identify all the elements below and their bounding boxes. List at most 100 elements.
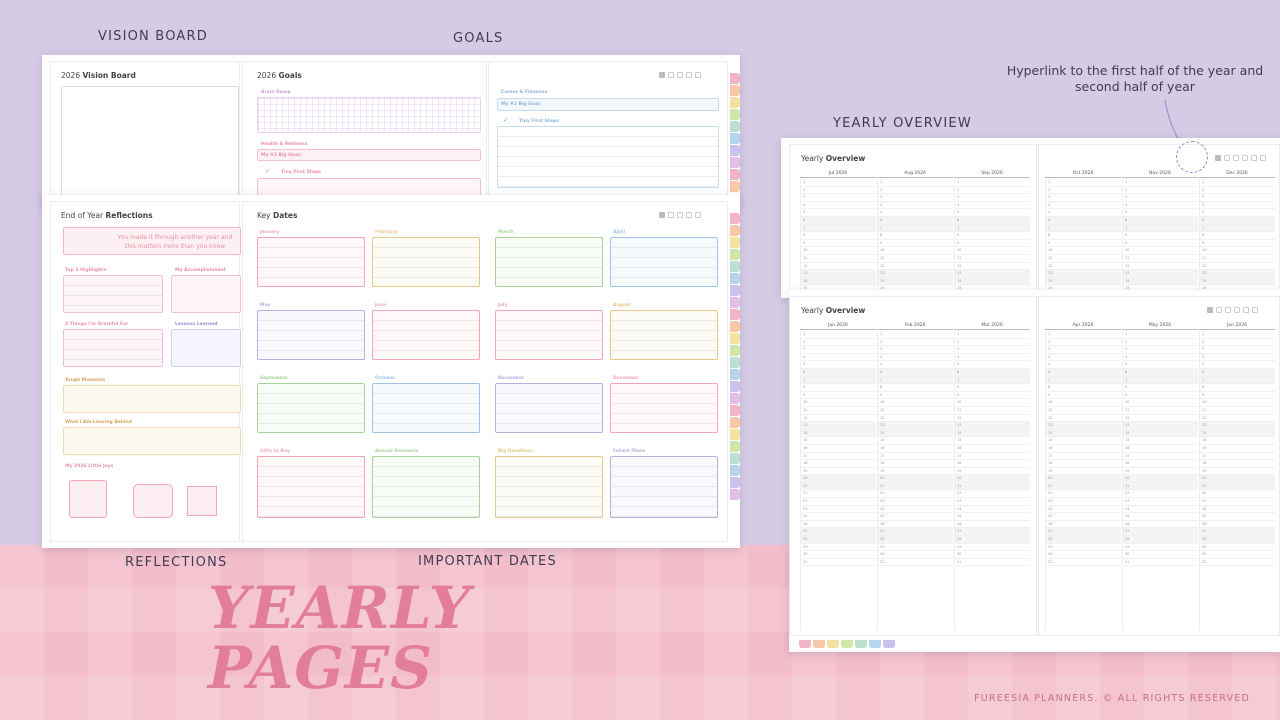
bottom-tab[interactable]	[813, 640, 825, 648]
day-cell[interactable]: 3	[801, 346, 876, 354]
day-cell[interactable]: 4	[1123, 202, 1198, 210]
side-tab[interactable]	[730, 109, 740, 120]
nav-icons[interactable]	[659, 72, 701, 78]
day-cell[interactable]: 7	[955, 376, 1030, 385]
day-cell[interactable]: 12	[1200, 263, 1275, 271]
day-cell[interactable]: 6	[1200, 216, 1275, 225]
day-cell[interactable]: 24	[878, 506, 953, 514]
career-big-goal[interactable]: My #1 Big Goal:	[497, 98, 719, 111]
side-tab[interactable]	[730, 121, 740, 132]
day-cell[interactable]: 10	[1046, 399, 1121, 407]
day-cell[interactable]: 10	[955, 399, 1030, 407]
day-cell[interactable]: 29	[801, 544, 876, 552]
day-cell[interactable]: 7	[878, 376, 953, 385]
key-date-box[interactable]	[257, 383, 365, 433]
day-cell[interactable]: 2	[1046, 187, 1121, 195]
day-cell[interactable]: 26	[1123, 521, 1198, 529]
side-tab[interactable]	[730, 145, 740, 156]
day-cell[interactable]: 10	[955, 247, 1030, 255]
day-cell[interactable]: 5	[801, 361, 876, 369]
bottom-tab[interactable]	[855, 640, 867, 648]
day-cell[interactable]: 10	[1123, 247, 1198, 255]
key-date-box[interactable]	[257, 456, 365, 518]
day-cell[interactable]: 7	[878, 224, 953, 233]
day-cell[interactable]: 14	[1046, 277, 1121, 286]
day-cell[interactable]: 24	[1123, 506, 1198, 514]
key-date-box[interactable]	[495, 310, 603, 360]
day-cell[interactable]: 26	[1046, 521, 1121, 529]
day-cell[interactable]: 24	[1046, 506, 1121, 514]
day-cell[interactable]: 5	[801, 209, 876, 217]
day-cell[interactable]: 6	[1200, 368, 1275, 377]
nav-icons[interactable]	[1207, 307, 1258, 313]
day-cell[interactable]: 28	[1200, 536, 1275, 544]
day-cell[interactable]: 9	[955, 240, 1030, 248]
day-cell[interactable]: 7	[955, 224, 1030, 233]
day-cell[interactable]: 17	[1123, 453, 1198, 461]
day-cell[interactable]: 9	[1200, 392, 1275, 400]
key-date-box[interactable]	[610, 310, 718, 360]
day-cell[interactable]: 4	[1200, 202, 1275, 210]
day-cell[interactable]: 8	[1046, 384, 1121, 392]
day-cell[interactable]: 13	[1200, 270, 1275, 278]
day-cell[interactable]: 27	[955, 528, 1030, 537]
day-cell[interactable]: 2	[1123, 339, 1198, 347]
side-tab[interactable]	[730, 321, 740, 332]
day-cell[interactable]: 11	[878, 407, 953, 415]
day-cell[interactable]: 20	[1123, 475, 1198, 483]
side-tab[interactable]	[730, 73, 740, 84]
day-cell[interactable]: 19	[878, 468, 953, 476]
day-cell[interactable]: 2	[955, 187, 1030, 195]
day-cell[interactable]: 6	[955, 368, 1030, 377]
day-cell[interactable]: 1	[1046, 331, 1121, 339]
day-cell[interactable]: 24	[1200, 506, 1275, 514]
day-cell[interactable]: 4	[1123, 354, 1198, 362]
day-cell[interactable]: 3	[1123, 194, 1198, 202]
day-cell[interactable]: 5	[1123, 209, 1198, 217]
day-cell[interactable]: 26	[801, 521, 876, 529]
day-cell[interactable]: 2	[878, 339, 953, 347]
side-tab[interactable]	[730, 309, 740, 320]
key-date-box[interactable]	[372, 310, 480, 360]
day-cell[interactable]: 23	[1200, 498, 1275, 506]
day-cell[interactable]: 23	[955, 498, 1030, 506]
day-cell[interactable]: 18	[1123, 460, 1198, 468]
day-cell[interactable]: 23	[878, 498, 953, 506]
side-tab[interactable]	[730, 333, 740, 344]
day-cell[interactable]: 13	[1123, 422, 1198, 430]
day-cell[interactable]: 16	[1200, 445, 1275, 453]
day-cell[interactable]: 6	[801, 368, 876, 377]
day-cell[interactable]: 21	[1046, 482, 1121, 491]
day-cell[interactable]: 16	[878, 445, 953, 453]
day-cell[interactable]: 4	[955, 354, 1030, 362]
day-cell[interactable]: 20	[878, 475, 953, 483]
day-cell[interactable]: 6	[955, 216, 1030, 225]
day-cell[interactable]: 22	[1200, 490, 1275, 499]
day-cell[interactable]: 30	[955, 551, 1030, 559]
day-cell[interactable]: 9	[1200, 240, 1275, 248]
day-cell[interactable]: 24	[801, 506, 876, 514]
key-date-box[interactable]	[495, 456, 603, 518]
side-tab[interactable]	[730, 85, 740, 96]
side-tab[interactable]	[730, 285, 740, 296]
day-cell[interactable]: 8	[801, 232, 876, 240]
day-cell[interactable]: 31	[801, 559, 876, 567]
side-tab[interactable]	[730, 181, 740, 192]
day-cell[interactable]: 27	[1046, 528, 1121, 537]
day-cell[interactable]: 26	[1200, 521, 1275, 529]
day-cell[interactable]: 31	[1200, 559, 1275, 567]
day-cell[interactable]: 19	[801, 468, 876, 476]
day-cell[interactable]: 11	[955, 407, 1030, 415]
day-cell[interactable]: 14	[1200, 429, 1275, 438]
day-cell[interactable]: 22	[801, 490, 876, 499]
side-tab[interactable]	[730, 405, 740, 416]
day-cell[interactable]: 16	[801, 445, 876, 453]
day-cell[interactable]: 5	[1200, 209, 1275, 217]
day-cell[interactable]: 11	[1123, 407, 1198, 415]
day-cell[interactable]: 28	[878, 536, 953, 544]
day-cell[interactable]: 15	[1200, 437, 1275, 445]
day-cell[interactable]: 22	[1046, 490, 1121, 499]
bottom-tab[interactable]	[869, 640, 881, 648]
day-cell[interactable]: 25	[801, 513, 876, 521]
day-cell[interactable]: 19	[955, 468, 1030, 476]
